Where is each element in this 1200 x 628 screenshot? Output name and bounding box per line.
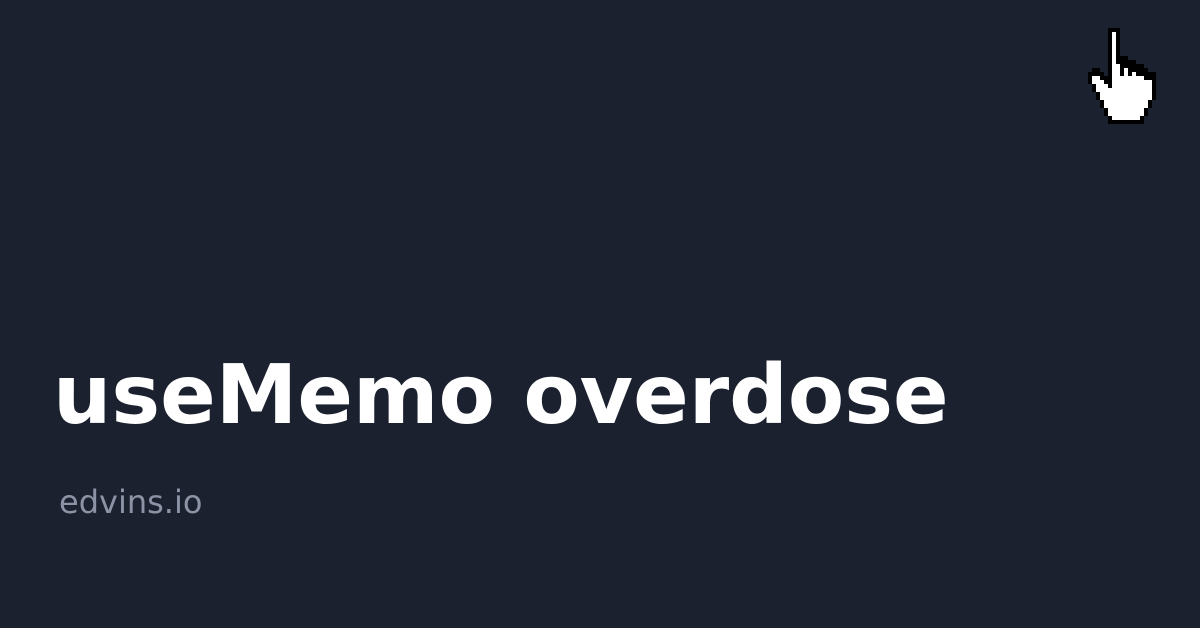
pointing-hand-cursor-icon: [1088, 27, 1160, 125]
social-card: useMemo overdose edvins.io: [0, 0, 1200, 628]
cursor-finger-line-2: [1128, 64, 1132, 76]
cursor-finger-line-3: [1136, 68, 1140, 76]
cursor-finger-line-1: [1120, 60, 1124, 76]
page-title: useMemo overdose: [53, 348, 949, 443]
site-name: edvins.io: [59, 483, 203, 521]
